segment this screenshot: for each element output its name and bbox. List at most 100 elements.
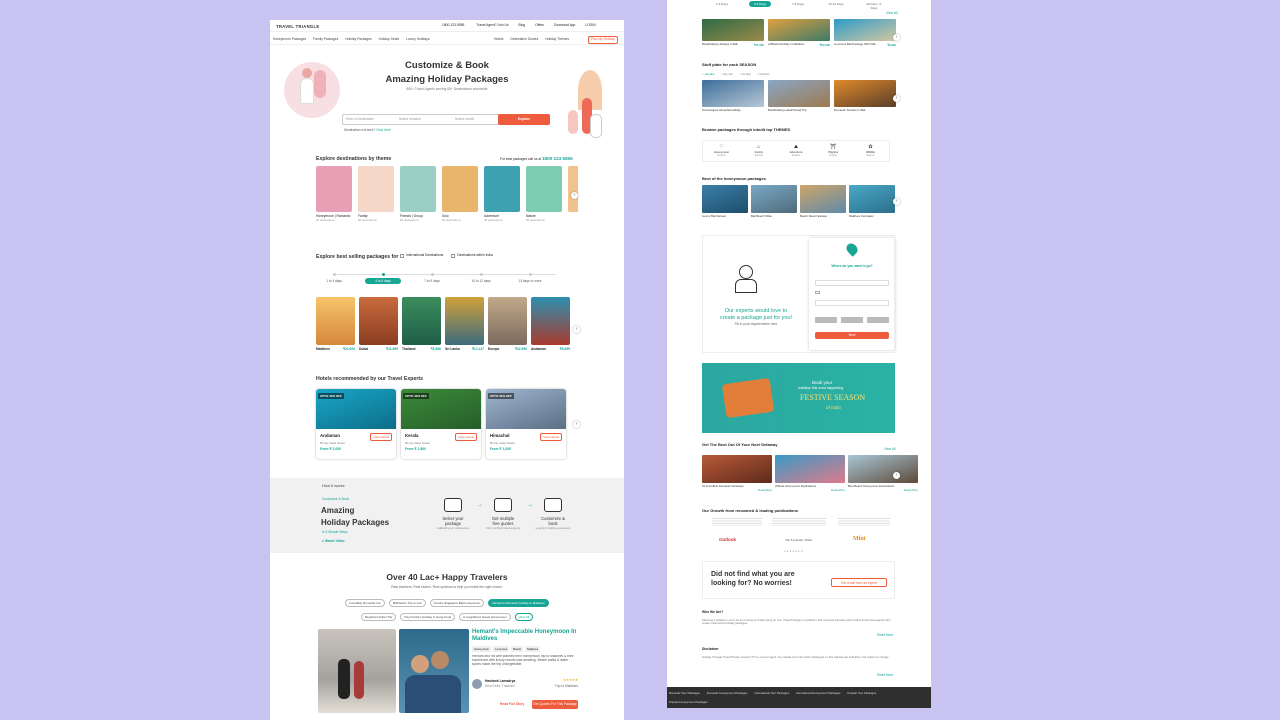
package-next-arrow[interactable]: › (573, 326, 580, 333)
destination-field[interactable] (815, 280, 889, 286)
honeymoon-card[interactable]: Bali Beach Villas (751, 185, 797, 218)
theme-phone[interactable]: 1800 123 5555 (542, 156, 573, 161)
package-card[interactable]: Andaman ₹8,999 (531, 297, 570, 377)
browse-item[interactable]: ⛰ Adventure Explore (777, 141, 814, 161)
menu-themes[interactable]: Holiday Themes (545, 37, 569, 42)
top-package-card[interactable]: Breathtaking Holidays In Bali ₹11,000 (702, 19, 764, 47)
click-here-link[interactable]: Click here (376, 128, 391, 132)
departure-field[interactable] (815, 300, 889, 306)
season-card[interactable]: Romantic Sunsets In Bali (834, 80, 896, 112)
top-package-card[interactable]: A Blissful Holiday In Maldives ₹52,000 (768, 19, 830, 47)
duration-option[interactable]: 10 to 12 days (463, 278, 499, 284)
menu-luxury[interactable]: Luxury Holidays (406, 37, 429, 42)
top-next-arrow[interactable]: › (893, 34, 900, 41)
disclaimer-read-more[interactable]: Read More (877, 673, 893, 678)
theme-card[interactable]: Friends | Group 86 destinations (400, 166, 436, 226)
season-tab[interactable]: ○ Oct-Dec (757, 72, 770, 76)
footer-link[interactable]: Popular Tour Packages (847, 691, 876, 695)
duration-tab[interactable]: 1-3 Days (711, 1, 733, 7)
getaway-card-read-more[interactable]: Read More (702, 488, 772, 492)
duration-tab[interactable]: 7-9 Days (787, 1, 809, 7)
hotel-next-arrow[interactable]: › (573, 421, 580, 428)
footer-link[interactable]: International Tour Packages (754, 691, 789, 695)
browse-item[interactable]: ♡ Honeymoon Explore (703, 141, 740, 161)
package-card[interactable]: Dubai ₹11,999 (359, 297, 398, 377)
menu-guides[interactable]: Destination Guides (510, 37, 538, 42)
hotel-card[interactable]: UPTO 40% OFF Kerala 50 top rated hotels Fro… (401, 389, 481, 459)
logo[interactable]: TRAVEL TRIANGLE (276, 24, 319, 29)
top-view-all[interactable]: View All (886, 11, 897, 16)
theme-card[interactable]: Solo 86 destinations (442, 166, 478, 226)
duration-tab[interactable]: All Days >1 Days (863, 1, 885, 11)
season-card[interactable]: Breathtaking Ladakh Road Trip (768, 80, 830, 112)
duration-option[interactable]: 4 to 6 days (365, 278, 401, 284)
theme-card[interactable]: Adventure 46 destinations (484, 166, 520, 226)
getaway-card-read-more[interactable]: Read More (848, 488, 918, 492)
menu-honeymoon[interactable]: Honeymoon Packages (273, 37, 306, 42)
agent-link[interactable]: Travel Agent? Join Us (476, 23, 508, 28)
honeymoon-card[interactable]: Luxury Bali Retreat (702, 185, 748, 218)
top-package-card[interactable]: Luxurious Bali Package With Villa ₹8,990 (834, 19, 896, 47)
story-chip[interactable]: Meghna's Dubai Trip (360, 613, 397, 621)
story-chip[interactable]: Kunal's Singapore Bali honeymoon (429, 599, 485, 607)
view-hotels-button[interactable]: View Hotels (370, 433, 392, 441)
story-chip[interactable]: View All (514, 613, 534, 621)
browse-item[interactable]: ⌂ Family Explore (740, 141, 777, 161)
menu-hotels[interactable]: Hotels (494, 37, 503, 42)
season-card[interactable]: Snowcapped Himachal Holiday (702, 80, 764, 112)
login-link[interactable]: LOGIN (585, 23, 595, 28)
story-chip[interactable]: Hemant's Romantic holiday to Maldives (488, 599, 549, 607)
honeymoon-next-arrow[interactable]: › (893, 198, 900, 205)
duration-option[interactable]: 1 to 3 days (316, 278, 352, 284)
duration-tab[interactable]: 10-12 Days (825, 1, 847, 7)
footer-link[interactable]: International Honeymoon Packages (796, 691, 840, 695)
read-story-link[interactable]: Read Full Story (500, 702, 524, 707)
getaway-card[interactable]: Offbeat Honeymoon Destinations Read More (775, 455, 845, 492)
package-card[interactable]: Thailand ₹6,656 (402, 297, 441, 377)
duration-select[interactable]: Select duration (399, 117, 421, 122)
intl-checkbox[interactable] (400, 254, 404, 258)
browse-item[interactable]: ✿ Wildlife Explore (852, 141, 889, 161)
who-read-more[interactable]: Read More (877, 633, 893, 638)
option-2[interactable] (841, 317, 863, 323)
hotel-card[interactable]: UPTO 40% OFF Andaman 50 top rated hotels Fr… (316, 389, 396, 459)
browse-item[interactable]: ⛩ Pilgrims Explore (815, 141, 852, 161)
story-chip[interactable]: Incredibly Romantic trip (345, 599, 385, 607)
explore-button[interactable]: Explore (498, 114, 550, 125)
season-tab[interactable]: ○ Jan-Mar (702, 72, 715, 76)
hotel-card[interactable]: UPTO 30% OFF Himachal 50 top rated hotels F… (486, 389, 566, 459)
honeymoon-card[interactable]: Maldives Overwater (849, 185, 895, 218)
story-chip[interactable]: Pay Family's Holiday in Hong Kong (400, 613, 456, 621)
season-tab[interactable]: ○ Apr-Jun (721, 72, 733, 76)
story-chip[interactable]: Mithilesh's Trip to Leh (388, 599, 426, 607)
package-card[interactable]: Sri Lanka ₹12,137 (445, 297, 484, 377)
footer-last-link[interactable]: Popular Honeymoon Packages (669, 700, 708, 704)
season-tab[interactable]: ○ Jul-Sep (739, 72, 751, 76)
plan-holiday-button[interactable]: Plan My Holiday (588, 36, 618, 44)
getaway-next-arrow[interactable]: › (893, 472, 900, 479)
package-card[interactable]: Maldives ₹22,000 (316, 297, 355, 377)
getaway-card[interactable]: Best Beach Honeymoon Destinations Read Mo… (848, 455, 918, 492)
menu-deals[interactable]: Holiday Deals (379, 37, 399, 42)
theme-card[interactable]: Family 86 destinations (358, 166, 394, 226)
month-select[interactable]: Select month (455, 117, 474, 122)
theme-card[interactable]: Nature 86 destinations (526, 166, 562, 226)
getaway-view-all[interactable]: View All (884, 447, 895, 452)
duration-tab[interactable]: 4-6 Days (749, 1, 771, 7)
blog-link[interactable]: Blog (519, 23, 526, 28)
get-quotes-button[interactable]: Get Quotes For This Package (532, 700, 578, 709)
destination-input[interactable]: Enter a Destination (346, 117, 374, 122)
season-next-arrow[interactable]: › (893, 95, 900, 102)
theme-next-arrow[interactable]: › (571, 192, 578, 199)
offers-link[interactable]: Offers (535, 23, 544, 28)
duration-option[interactable]: 13 days or more (512, 278, 548, 284)
option-3[interactable] (867, 317, 889, 323)
option-1[interactable] (815, 317, 837, 323)
flexible-checkbox[interactable] (815, 291, 820, 294)
watch-video-link[interactable]: ● Watch Video (322, 539, 345, 544)
view-hotels-button[interactable]: View Hotels (540, 433, 562, 441)
footer-link[interactable]: Domestic Honeymoon Packages (707, 691, 748, 695)
view-hotels-button[interactable]: View Hotels (455, 433, 477, 441)
theme-card[interactable]: Honeymoon | Romantic 84 destinations (316, 166, 352, 226)
getaway-card[interactable]: 10 Incredible Romantic Getaways Read More (702, 455, 772, 492)
